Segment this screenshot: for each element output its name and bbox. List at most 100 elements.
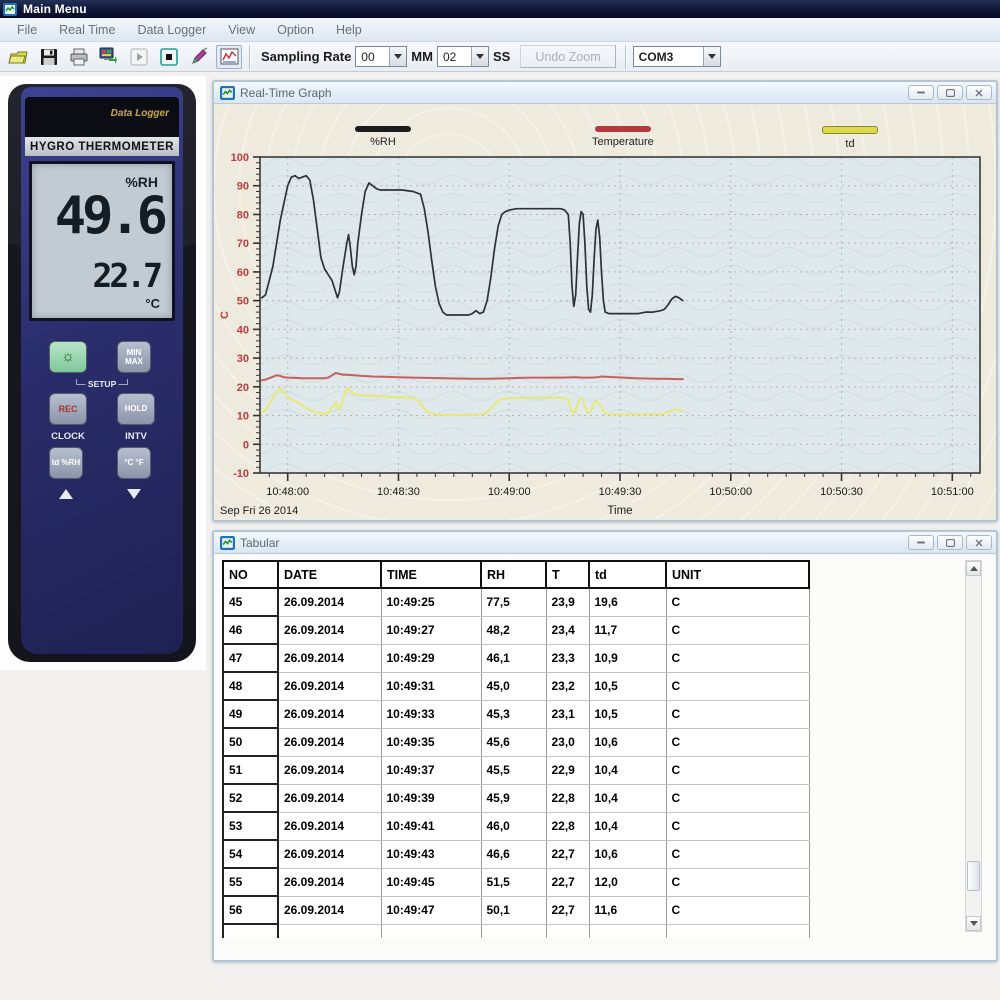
table-row[interactable]: 5626.09.201410:49:4750,122,711,6C: [223, 896, 809, 924]
pen-icon[interactable]: [186, 45, 212, 69]
column-header-rh[interactable]: RH: [481, 561, 546, 588]
table-row[interactable]: 4526.09.201410:49:2577,523,919,6C: [223, 588, 809, 616]
realtime-chart[interactable]: 10:48:0010:48:3010:49:0010:49:3010:50:00…: [214, 150, 996, 522]
vertical-scrollbar[interactable]: [965, 560, 982, 932]
close-button[interactable]: [966, 85, 992, 100]
cell-no: 53: [223, 812, 278, 840]
sampling-minutes-select[interactable]: 00: [355, 46, 407, 67]
table-row[interactable]: 4726.09.201410:49:2946,123,310,9C: [223, 644, 809, 672]
menu-item-data-logger[interactable]: Data Logger: [126, 20, 217, 40]
table-row[interactable]: 5126.09.201410:49:3745,522,910,4C: [223, 756, 809, 784]
cell-t: 23,0: [546, 728, 589, 756]
column-header-t[interactable]: T: [546, 561, 589, 588]
column-header-date[interactable]: DATE: [278, 561, 381, 588]
column-header-unit[interactable]: UNIT: [666, 561, 809, 588]
table-row[interactable]: 5426.09.201410:49:4346,622,710,6C: [223, 840, 809, 868]
cell-td: 10,4: [589, 784, 666, 812]
cell-rh: 45,3: [481, 700, 546, 728]
cell-no: 45: [223, 588, 278, 616]
td-rh-key: td %RH: [49, 447, 83, 479]
cell-date: 26.09.2014: [278, 868, 381, 896]
cell-td: 12,0: [589, 868, 666, 896]
graph-window-titlebar[interactable]: Real-Time Graph: [214, 82, 996, 104]
cell-td: 10,6: [589, 728, 666, 756]
menu-item-view[interactable]: View: [217, 20, 266, 40]
menu-item-help[interactable]: Help: [325, 20, 373, 40]
cell-time: 10:49:35: [381, 728, 481, 756]
table-row[interactable]: 5326.09.201410:49:4146,022,810,4C: [223, 812, 809, 840]
cell-td: 10,6: [589, 840, 666, 868]
chevron-down-icon[interactable]: [471, 47, 488, 66]
svg-text:10:49:00: 10:49:00: [488, 486, 531, 498]
scroll-down-button[interactable]: [966, 916, 981, 931]
table-row[interactable]: 4826.09.201410:49:3145,023,210,5C: [223, 672, 809, 700]
save-icon[interactable]: [36, 45, 62, 69]
cell-t: 23,3: [546, 644, 589, 672]
maximize-button[interactable]: [937, 85, 963, 100]
sampling-seconds-select[interactable]: 02: [437, 46, 489, 67]
print-icon[interactable]: [66, 45, 92, 69]
cell-rh: 45,0: [481, 672, 546, 700]
column-header-time[interactable]: TIME: [381, 561, 481, 588]
tabular-window-titlebar[interactable]: Tabular: [214, 532, 996, 554]
column-header-no[interactable]: NO: [223, 561, 278, 588]
cell-date: 26.09.2014: [278, 784, 381, 812]
cell-time: 10:49:39: [381, 784, 481, 812]
menu-item-option[interactable]: Option: [266, 20, 325, 40]
legend-label: %RH: [370, 136, 396, 148]
sampling-minutes-value: 00: [356, 50, 389, 64]
cell-unit: C: [666, 840, 809, 868]
table-row[interactable]: 4626.09.201410:49:2748,223,411,7C: [223, 616, 809, 644]
table-row[interactable]: 5026.09.201410:49:3545,623,010,6C: [223, 728, 809, 756]
cell-rh: 46,6: [481, 840, 546, 868]
cell-date: 26.09.2014: [278, 812, 381, 840]
stop-icon[interactable]: [156, 45, 182, 69]
cell-rh: 51,5: [481, 868, 546, 896]
svg-text:0: 0: [243, 439, 249, 451]
minimize-button[interactable]: [908, 535, 934, 550]
close-button[interactable]: [966, 535, 992, 550]
toolbar-separator: [249, 45, 250, 69]
cell-rh: 77,5: [481, 588, 546, 616]
svg-text:10:48:30: 10:48:30: [377, 486, 420, 498]
chevron-down-icon[interactable]: [703, 47, 720, 66]
cell-td: 10,5: [589, 672, 666, 700]
chevron-down-icon[interactable]: [389, 47, 406, 66]
export-icon[interactable]: [96, 45, 122, 69]
scrollbar-thumb[interactable]: [967, 861, 980, 891]
cell-date: 26.09.2014: [278, 616, 381, 644]
table-row[interactable]: 4926.09.201410:49:3345,323,110,5C: [223, 700, 809, 728]
menu-item-real-time[interactable]: Real Time: [48, 20, 126, 40]
graph-icon[interactable]: [216, 45, 242, 69]
table-row[interactable]: 5226.09.201410:49:3945,922,810,4C: [223, 784, 809, 812]
cell-unit: C: [666, 868, 809, 896]
menu-item-file[interactable]: File: [6, 20, 48, 40]
cell-no: 48: [223, 672, 278, 700]
svg-text:50: 50: [237, 296, 249, 308]
intv-label: INTV: [113, 431, 159, 442]
svg-text:10:50:30: 10:50:30: [820, 486, 863, 498]
open-file-icon[interactable]: [6, 45, 32, 69]
maximize-button[interactable]: [937, 535, 963, 550]
up-arrow-icon: [59, 489, 73, 499]
legend-swatch: [595, 126, 651, 132]
cell-td: 10,9: [589, 644, 666, 672]
cell-td: 10,5: [589, 700, 666, 728]
cell-no: 55: [223, 868, 278, 896]
com-port-select[interactable]: COM3: [633, 46, 721, 67]
cell-time: 10:49:25: [381, 588, 481, 616]
play-icon[interactable]: [126, 45, 152, 69]
undo-zoom-button[interactable]: Undo Zoom: [520, 45, 615, 68]
table-row-empty: [223, 924, 809, 938]
minimize-button[interactable]: [908, 85, 934, 100]
scroll-up-button[interactable]: [966, 561, 981, 576]
clock-label: CLOCK: [35, 431, 101, 442]
column-header-td[interactable]: td: [589, 561, 666, 588]
cell-t: 22,8: [546, 784, 589, 812]
cell-t: 22,7: [546, 896, 589, 924]
table-row[interactable]: 5526.09.201410:49:4551,522,712,0C: [223, 868, 809, 896]
cell-rh: 45,6: [481, 728, 546, 756]
cell-time: 10:49:27: [381, 616, 481, 644]
cell-rh: 45,5: [481, 756, 546, 784]
data-table: NODATETIMERHTtdUNIT4526.09.201410:49:257…: [222, 560, 810, 938]
